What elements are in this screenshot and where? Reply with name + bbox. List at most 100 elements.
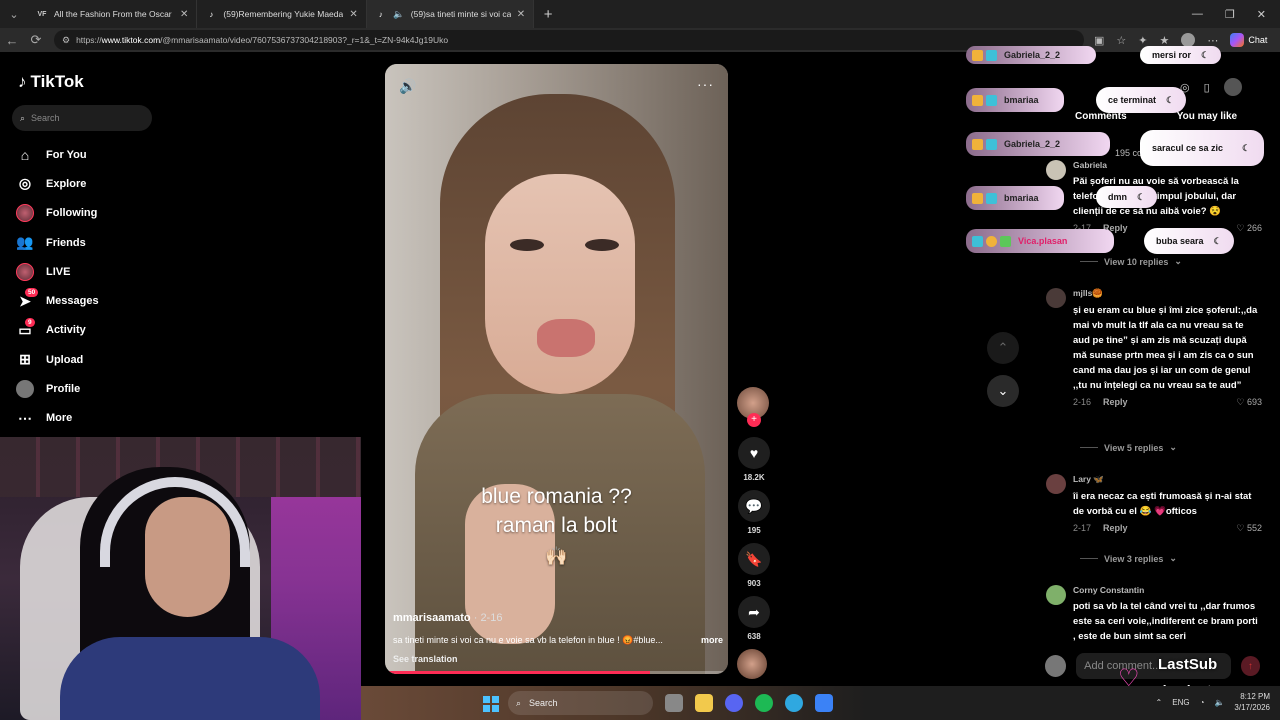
- edge-icon[interactable]: [785, 694, 803, 712]
- language-indicator[interactable]: ENG: [1172, 698, 1189, 707]
- upload-icon: ⊞: [19, 351, 31, 368]
- comment-avatar[interactable]: [1046, 474, 1066, 494]
- stream-chat-overlay: Gabriela_2_2 mersi ror ☾ bmariaa ce termi…: [964, 46, 1274, 266]
- author-name[interactable]: mmarisaamato: [393, 612, 471, 624]
- volume-icon[interactable]: 🔊: [399, 78, 416, 95]
- sidebar-item-following[interactable]: Following: [16, 199, 99, 228]
- browser-tab-3[interactable]: ♪ 🔈 (59)sa tineti minte si voi ca nu ✕: [366, 0, 535, 28]
- comment-avatar[interactable]: [1046, 585, 1066, 605]
- comment-user[interactable]: mjlls🥮: [1073, 288, 1262, 299]
- comment-like-count: 693: [1246, 397, 1262, 407]
- chevron-down-icon: ⌄: [1169, 442, 1177, 452]
- search-icon: ⌕: [20, 112, 26, 123]
- sidebar-item-label: For You: [46, 148, 87, 161]
- sidebar-item-more[interactable]: ⋯ More: [16, 404, 99, 433]
- discord-icon[interactable]: [725, 694, 743, 712]
- follow-plus-icon[interactable]: +: [747, 413, 761, 427]
- creator-avatar[interactable]: +: [737, 387, 769, 427]
- sidebar-item-live[interactable]: LIVE: [16, 257, 99, 286]
- view-replies-button[interactable]: View 5 replies ⌄: [1080, 442, 1177, 453]
- close-tab-icon[interactable]: ✕: [180, 9, 188, 20]
- taskbar-search[interactable]: ⌕ Search: [508, 691, 653, 715]
- moon-icon: ☾: [1213, 235, 1222, 246]
- tiktok-favicon-icon: ♪: [378, 9, 383, 19]
- extensions-icon[interactable]: ✦: [1138, 34, 1147, 47]
- reply-button[interactable]: Reply: [1103, 397, 1128, 408]
- new-tab-icon[interactable]: +: [534, 6, 562, 23]
- view-replies-button[interactable]: View 3 replies ⌄: [1080, 553, 1177, 564]
- caption-line-2: raman la bolt: [495, 514, 618, 537]
- profile-avatar[interactable]: [1181, 33, 1196, 47]
- favorite-star-icon[interactable]: ☆: [1116, 34, 1126, 47]
- sidebar-item-activity[interactable]: ▭ 9 Activity: [16, 316, 99, 345]
- save-button[interactable]: 🔖: [738, 543, 770, 575]
- tab-view-icon[interactable]: ▣: [1094, 34, 1104, 47]
- see-translation-link[interactable]: See translation: [393, 654, 723, 664]
- comment-button[interactable]: 💬: [738, 490, 770, 522]
- site-info-icon[interactable]: ⚙: [62, 35, 70, 46]
- sidebar-item-for-you[interactable]: ⌂ For You: [16, 140, 99, 169]
- minimize-icon[interactable]: —: [1192, 8, 1203, 21]
- level-badge-icon: [986, 235, 997, 247]
- description-more-button[interactable]: more: [701, 635, 723, 646]
- comment-likes[interactable]: ♡ 552: [1236, 523, 1262, 534]
- volume-icon[interactable]: 🔈: [1214, 698, 1224, 707]
- video-actions: + ♥ 18.2K 💬 195 🔖 903 ➦ 638: [737, 387, 771, 679]
- send-arrow-icon[interactable]: ↑: [1240, 656, 1260, 676]
- comment-user[interactable]: Lary 🦋: [1073, 474, 1262, 485]
- more-options-icon[interactable]: ⋯: [1207, 34, 1218, 47]
- task-view-icon[interactable]: [665, 694, 683, 712]
- wifi-icon[interactable]: ◔: [1200, 698, 1205, 707]
- url-field[interactable]: ⚙ https://www.tiktok.com/@mmarisaamato/v…: [54, 30, 1084, 50]
- crown-badge-icon: [972, 138, 983, 150]
- description-text: sa tineti minte si voi ca nu e voie sa v…: [393, 635, 663, 645]
- tray-chevron-icon[interactable]: ⌃: [1156, 698, 1163, 707]
- tab-list-dropdown-icon[interactable]: ⌄: [0, 0, 28, 28]
- sidebar-item-label: Activity: [46, 324, 86, 337]
- comment-item: Lary 🦋 îi era necaz ca ești frumoasă și …: [1046, 474, 1262, 534]
- tab-title: (59)sa tineti minte si voi ca nu: [410, 9, 511, 19]
- clock-date: 3/17/2026: [1234, 703, 1270, 712]
- refresh-icon[interactable]: ⟳: [24, 32, 48, 48]
- reply-button[interactable]: Reply: [1103, 523, 1128, 534]
- sidebar-item-upload[interactable]: ⊞ Upload: [16, 345, 99, 374]
- like-button[interactable]: ♥: [738, 437, 770, 469]
- comment-likes[interactable]: ♡ 693: [1236, 397, 1262, 408]
- windows-start-icon[interactable]: [483, 696, 499, 712]
- sidebar-item-messages[interactable]: ➤ 50 Messages: [16, 286, 99, 315]
- video-player[interactable]: 🔊 ··· blue romania ?? raman la bolt 🙌🏻 m…: [385, 64, 728, 674]
- previous-video-button[interactable]: ⌃: [987, 332, 1019, 364]
- sidebar-item-friends[interactable]: 👥 Friends: [16, 228, 99, 257]
- file-explorer-icon[interactable]: [695, 694, 713, 712]
- back-icon[interactable]: ←: [0, 33, 24, 48]
- comment-avatar[interactable]: [1046, 288, 1066, 308]
- copilot-chat-button[interactable]: Chat: [1230, 33, 1267, 47]
- next-video-button[interactable]: ⌄: [987, 375, 1019, 407]
- share-button[interactable]: ➦: [738, 596, 770, 628]
- favorites-icon[interactable]: ★: [1160, 34, 1170, 47]
- app-icon[interactable]: [815, 694, 833, 712]
- chat-message-text: buba seara: [1156, 236, 1204, 246]
- close-window-icon[interactable]: ✕: [1257, 8, 1266, 21]
- tiktok-logo[interactable]: ♪ TikTok: [18, 72, 84, 92]
- browser-tab-2[interactable]: ♪ (59)Remembering Yukie Maeda ar ✕: [197, 0, 367, 28]
- search-input[interactable]: ⌕ Search: [12, 105, 152, 131]
- close-tab-icon[interactable]: ✕: [517, 9, 525, 20]
- sidebar-item-explore[interactable]: ◎ Explore: [16, 169, 99, 198]
- sidebar-item-profile[interactable]: Profile: [16, 374, 99, 403]
- browser-tab-1[interactable]: VF All the Fashion From the Oscar Re ✕: [28, 0, 198, 28]
- comment-text: îi era necaz ca ești frumoasă și n-ai st…: [1073, 491, 1252, 517]
- search-icon: ⌕: [516, 697, 522, 708]
- video-more-icon[interactable]: ···: [697, 76, 714, 92]
- video-progress-bar[interactable]: [389, 671, 724, 674]
- maximize-icon[interactable]: ❐: [1225, 8, 1235, 21]
- comment-item: mjlls🥮 și eu eram cu blue și îmi zice șo…: [1046, 288, 1262, 408]
- sidebar-item-label: More: [46, 412, 73, 425]
- video-author[interactable]: mmarisaamato · 2-16: [393, 612, 723, 624]
- music-disc-avatar[interactable]: [737, 649, 767, 679]
- taskbar-clock[interactable]: 8:12 PM 3/17/2026: [1234, 691, 1270, 713]
- gift-badge-icon: [1000, 235, 1011, 247]
- spotify-icon[interactable]: [755, 694, 773, 712]
- close-tab-icon[interactable]: ✕: [349, 9, 357, 20]
- comment-user[interactable]: Corny Constantin: [1073, 585, 1262, 595]
